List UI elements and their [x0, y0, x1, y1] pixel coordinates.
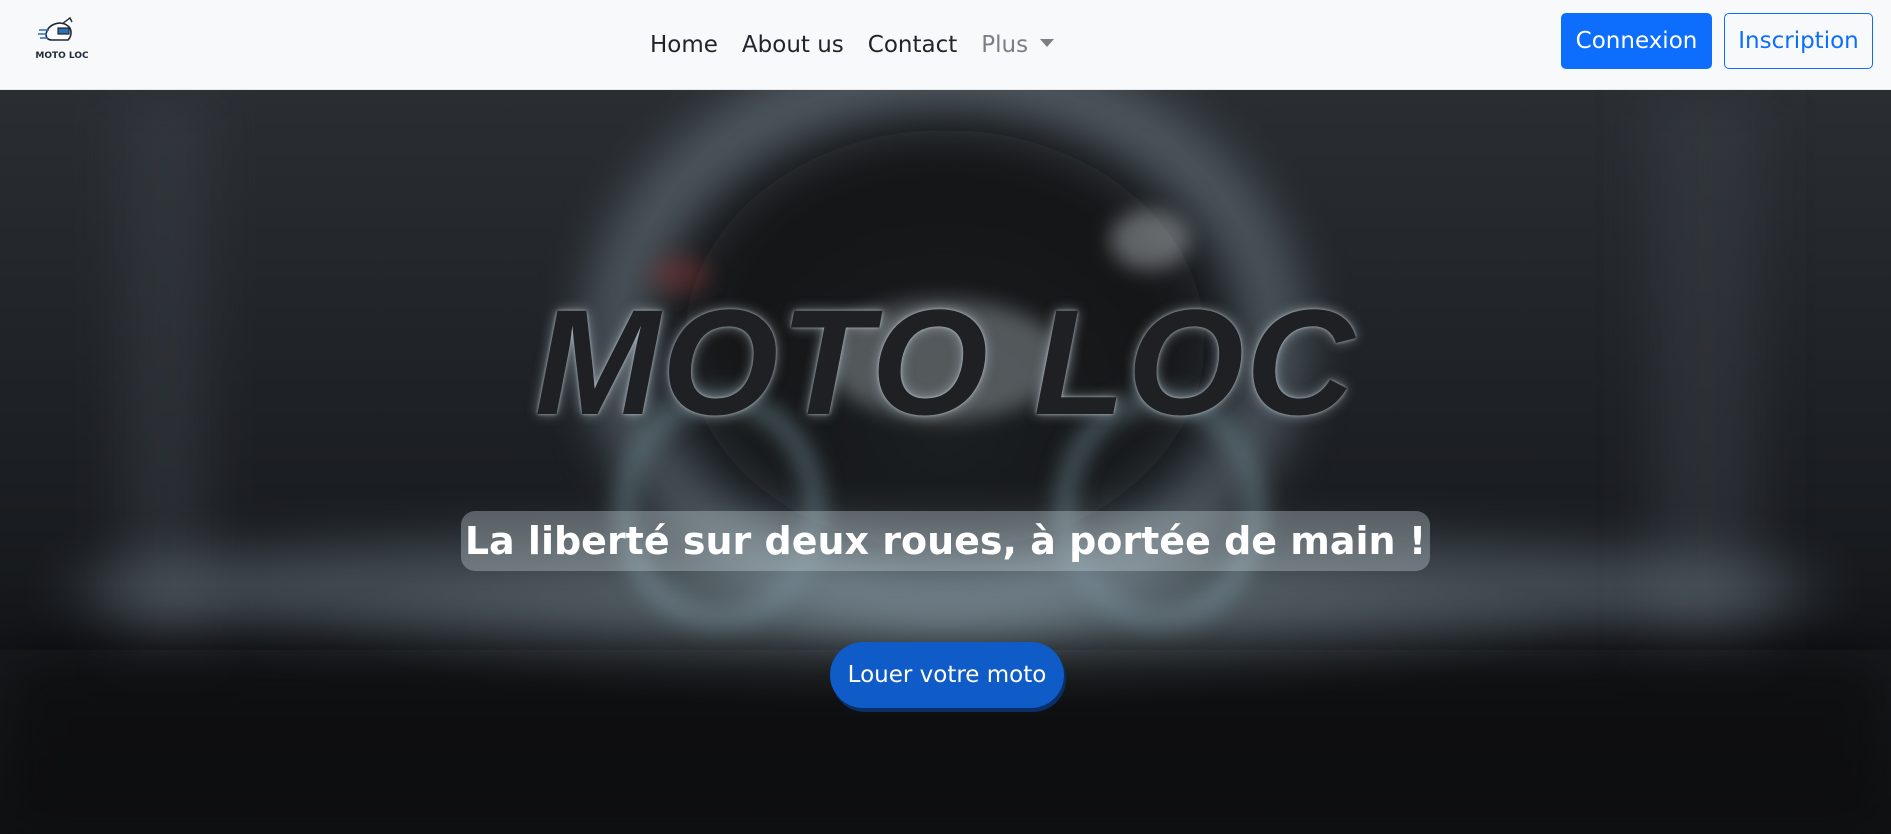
nav-plus-label: Plus — [981, 32, 1029, 58]
nav-about-us[interactable]: About us — [742, 32, 844, 58]
tagline-container: La liberté sur deux roues, à portée de m… — [0, 511, 1891, 571]
login-button[interactable]: Connexion — [1561, 13, 1712, 69]
hero-section: MOTO LOC La liberté sur deux roues, à po… — [0, 90, 1891, 834]
hero-title: MOTO LOC — [534, 278, 1357, 446]
hero-tagline: La liberté sur deux roues, à portée de m… — [460, 511, 1431, 571]
signup-button[interactable]: Inscription — [1724, 13, 1873, 69]
svg-text:MOTO LOC: MOTO LOC — [36, 51, 88, 61]
rent-motorcycle-button[interactable]: Louer votre moto — [830, 642, 1064, 708]
nav-links: Home About us Contact Plus — [650, 0, 1055, 90]
nav-home[interactable]: Home — [650, 32, 718, 58]
nav-plus-dropdown[interactable]: Plus — [981, 32, 1055, 58]
motorcycle-helmet-logo-icon: MOTO LOC — [36, 16, 88, 61]
caret-down-icon — [1040, 38, 1055, 47]
hero-background-image — [0, 90, 1891, 834]
navbar: MOTO LOC Home About us Contact Plus Conn… — [0, 0, 1891, 90]
nav-contact[interactable]: Contact — [868, 32, 957, 58]
brand-logo[interactable]: MOTO LOC — [36, 14, 88, 66]
